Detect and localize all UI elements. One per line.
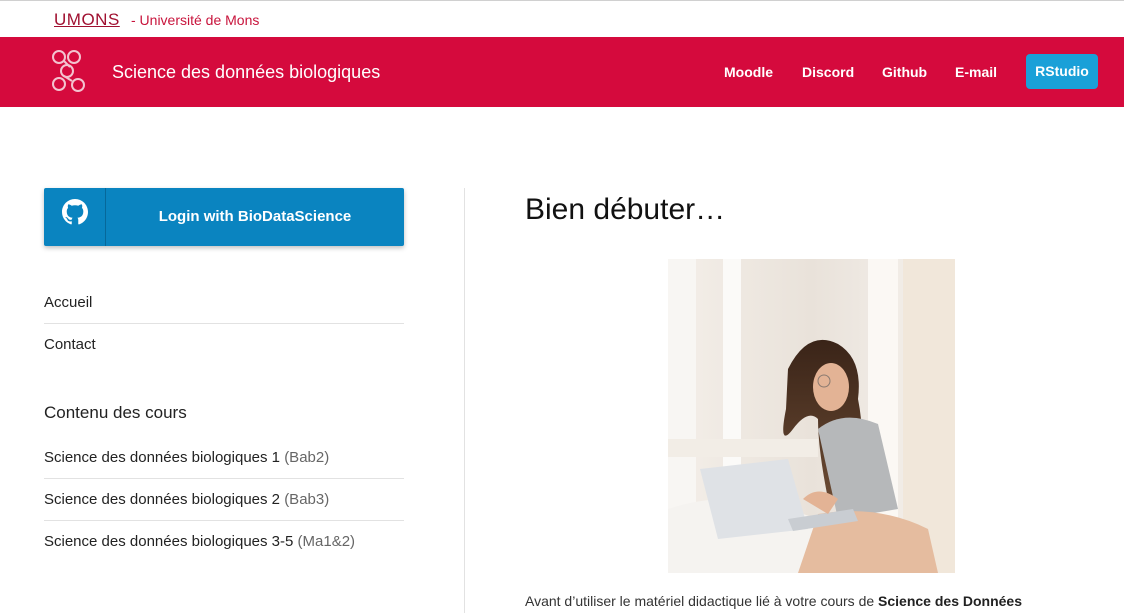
login-label: Login with BioDataScience bbox=[158, 208, 352, 225]
university-bar: UMONS - Université de Mons bbox=[0, 0, 1124, 37]
login-icon-cell bbox=[44, 188, 106, 246]
university-name[interactable]: - Université de Mons bbox=[131, 12, 259, 28]
course-level: (Ma1&2) bbox=[297, 533, 356, 550]
course-level: (Bab2) bbox=[284, 449, 330, 466]
nav-link-discord[interactable]: Discord bbox=[802, 64, 854, 80]
page-title: Bien débuter… bbox=[525, 193, 726, 226]
course-level: (Bab3) bbox=[284, 491, 330, 508]
course-name: Science des données biologiques 2 bbox=[44, 491, 281, 508]
intro-paragraph: Avant d’utiliser le matériel didactique … bbox=[525, 593, 1022, 609]
intro-bold-text: Science des Données bbox=[878, 593, 1022, 609]
nav-link-email[interactable]: E-mail bbox=[955, 64, 997, 80]
course-link-3[interactable]: Science des données biologiques 3-5 (Ma1… bbox=[44, 533, 404, 550]
course-link-2[interactable]: Science des données biologiques 2 (Bab3) bbox=[44, 491, 404, 508]
divider bbox=[44, 323, 404, 324]
brand-logo-icon[interactable] bbox=[50, 47, 90, 95]
github-icon bbox=[62, 199, 88, 225]
course-link-1[interactable]: Science des données biologiques 1 (Bab2) bbox=[44, 449, 404, 466]
divider bbox=[44, 478, 404, 479]
site-title[interactable]: Science des données biologiques bbox=[112, 62, 380, 83]
login-button[interactable]: Login with BioDataScience bbox=[44, 188, 404, 246]
sidebar-item-accueil[interactable]: Accueil bbox=[44, 294, 404, 311]
column-divider bbox=[464, 188, 465, 613]
divider bbox=[44, 520, 404, 521]
main-navbar: Science des données biologiques Moodle D… bbox=[0, 37, 1124, 107]
umons-logo-text: UMONS bbox=[54, 10, 120, 29]
umons-logo[interactable]: UMONS bbox=[54, 10, 120, 30]
course-name: Science des données biologiques 3-5 bbox=[44, 533, 294, 550]
intro-text: Avant d’utiliser le matériel didactique … bbox=[525, 593, 879, 609]
sidebar-item-contact[interactable]: Contact bbox=[44, 336, 404, 353]
nav-link-github[interactable]: Github bbox=[882, 64, 927, 80]
rstudio-button[interactable]: RStudio bbox=[1026, 54, 1098, 89]
nav-link-moodle[interactable]: Moodle bbox=[724, 64, 773, 80]
hero-image bbox=[668, 259, 955, 573]
courses-heading: Contenu des cours bbox=[44, 403, 187, 422]
course-name: Science des données biologiques 1 bbox=[44, 449, 281, 466]
